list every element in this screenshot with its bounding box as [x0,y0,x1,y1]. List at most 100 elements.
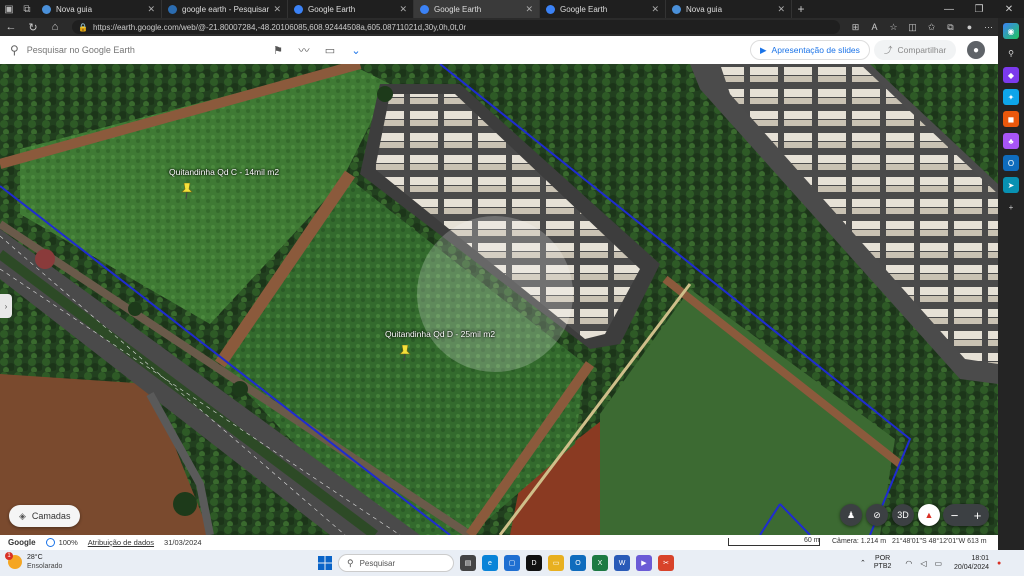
file-explorer-icon[interactable]: ▭ [548,555,564,571]
dell-icon[interactable]: D [526,555,542,571]
zoom-in-button[interactable]: + [966,504,989,526]
location-off-icon[interactable]: ⊘ [866,504,888,526]
chat-icon[interactable]: ▢ [504,555,520,571]
tab-title: google earth - Pesquisar [182,4,270,14]
close-tab-icon[interactable]: ✕ [777,4,785,15]
data-attribution-link[interactable]: Atribuição de dados [88,538,154,547]
account-avatar[interactable]: ● [967,41,985,59]
read-aloud-icon[interactable]: A [865,18,884,36]
volume-icon[interactable]: ◁ [920,559,926,568]
browser-tab-strip: ▣ ⧉ Nova guia ✕ google earth - Pesquisar… [0,0,1024,18]
battery-icon[interactable]: ▭ [934,559,942,568]
placemark-add-icon[interactable]: ⚑ [265,36,291,64]
side-panel-toggle[interactable]: › [0,294,12,318]
chevron-down-icon[interactable]: ⌄ [343,36,369,64]
tab-title: Nova guia [686,4,723,14]
close-window-icon[interactable]: ✕ [994,0,1024,18]
excel-icon[interactable]: X [592,555,608,571]
taskbar-search[interactable]: ⚲ Pesquisar [338,554,454,572]
layers-button[interactable]: ◈ Camadas [9,505,81,527]
search-icon: ⚲ [347,557,354,568]
sun-icon: 1 [5,552,22,569]
satellite-image[interactable] [0,64,998,535]
globe-icon [45,538,55,547]
layers-label: Camadas [31,511,71,521]
snipping-tool-icon[interactable]: ✂ [658,555,674,571]
minimize-icon[interactable]: — [934,0,964,18]
windows-start-icon[interactable] [318,556,332,570]
browser-tab-active[interactable]: Google Earth ✕ [414,0,540,18]
chevron-up-icon[interactable]: ⌃ [860,559,866,567]
search-icon[interactable]: ⚲ [10,43,19,57]
slideshow-button[interactable]: ▶ Apresentação de slides [750,40,870,60]
favorite-star-icon[interactable]: ☆ [884,18,903,36]
zoom-out-button[interactable]: − [943,504,966,526]
pushpin-icon[interactable] [180,183,194,199]
home-icon[interactable]: ⌂ [44,18,66,36]
split-screen-icon[interactable]: ◫ [903,18,922,36]
workspaces-icon[interactable]: ▣ [0,0,18,18]
word-icon[interactable]: W [614,555,630,571]
refresh-icon[interactable]: ↻ [22,18,44,36]
maximize-icon[interactable]: ❐ [964,0,994,18]
outlook-icon[interactable]: O [570,555,586,571]
new-tab-button[interactable]: + [792,2,810,16]
map-viewport[interactable]: › Quitandinha Qd C - 14mil m2 Quitandinh… [0,64,998,535]
back-icon[interactable]: ← [0,18,22,36]
measure-path-icon[interactable]: 〰 [291,36,317,64]
earth-search: ⚲ [0,36,265,64]
clock[interactable]: 18:01 20/04/2024 [954,554,989,572]
pushpin-icon[interactable] [398,345,412,361]
toggle-3d-button[interactable]: 3D [892,504,914,526]
windows-taskbar: 1 28°C Ensolarado ⚲ Pesquisar ▤ e ▢ D ▭ … [0,550,1024,576]
media-icon[interactable]: ▶ [636,555,652,571]
close-tab-icon[interactable]: ✕ [651,4,659,15]
outlook-icon[interactable]: O [1003,155,1019,171]
copilot-icon[interactable]: ◉ [1003,23,1019,39]
browser-tab[interactable]: Google Earth ✕ [288,0,414,18]
earth-status-bar: Google 100% Atribuição de dados 31/03/20… [0,535,998,550]
url-field[interactable]: 🔒 https://earth.google.com/web/@-21.8000… [72,20,840,34]
measure-ruler-icon[interactable]: ▭ [317,36,343,64]
lock-icon[interactable]: 🔒 [78,23,88,32]
profile-icon[interactable]: ● [960,18,979,36]
input-language[interactable]: POR PTB2 [874,555,892,571]
weather-widget[interactable]: 1 28°C Ensolarado [5,552,62,571]
notification-badge: 1 [5,552,13,560]
search-sidebar-icon[interactable]: ⚲ [1003,45,1019,61]
games-icon[interactable]: ♣ [1003,133,1019,149]
browser-tab[interactable]: Nova guia ✕ [666,0,792,18]
toggle-3d-label: 3D [897,510,909,520]
shopping-icon[interactable]: ◆ [1003,67,1019,83]
browser-tab[interactable]: Nova guia ✕ [36,0,162,18]
placemark-label[interactable]: Quitandinha Qd C - 14mil m2 [169,167,279,177]
google-logo: Google [8,538,36,547]
close-tab-icon[interactable]: ✕ [399,4,407,15]
slideshow-label: Apresentação de slides [771,45,860,55]
apps-icon[interactable]: ⊞ [846,18,865,36]
tools-icon[interactable]: ✦ [1003,89,1019,105]
share-button[interactable]: ⤴ Compartilhar [874,40,957,60]
close-tab-icon[interactable]: ✕ [147,4,155,15]
collections-icon[interactable]: ⧉ [941,18,960,36]
close-tab-icon[interactable]: ✕ [525,4,533,15]
send-icon[interactable]: ➤ [1003,177,1019,193]
browser-tab[interactable]: google earth - Pesquisar ✕ [162,0,288,18]
edge-icon[interactable]: e [482,555,498,571]
office-icon[interactable]: ◼ [1003,111,1019,127]
more-menu-icon[interactable]: ⋯ [979,18,998,36]
placemark-label[interactable]: Quitandinha Qd D - 25mil m2 [385,329,495,339]
compass-icon[interactable]: ▲ [918,504,940,526]
notifications-icon[interactable]: ● [997,560,1001,567]
wifi-icon[interactable]: ◠ [905,559,912,568]
tab-actions-icon[interactable]: ⧉ [18,0,36,18]
add-sidebar-icon[interactable]: + [1003,199,1019,215]
earth-search-input[interactable] [26,45,177,55]
pegman-icon[interactable]: ♟ [840,504,862,526]
weather-temp: 28°C [27,554,43,561]
task-view-icon[interactable]: ▤ [460,555,476,571]
close-tab-icon[interactable]: ✕ [273,4,281,15]
scale-label: 60 m [804,537,820,544]
favorites-icon[interactable]: ✩ [922,18,941,36]
browser-tab[interactable]: Google Earth ✕ [540,0,666,18]
